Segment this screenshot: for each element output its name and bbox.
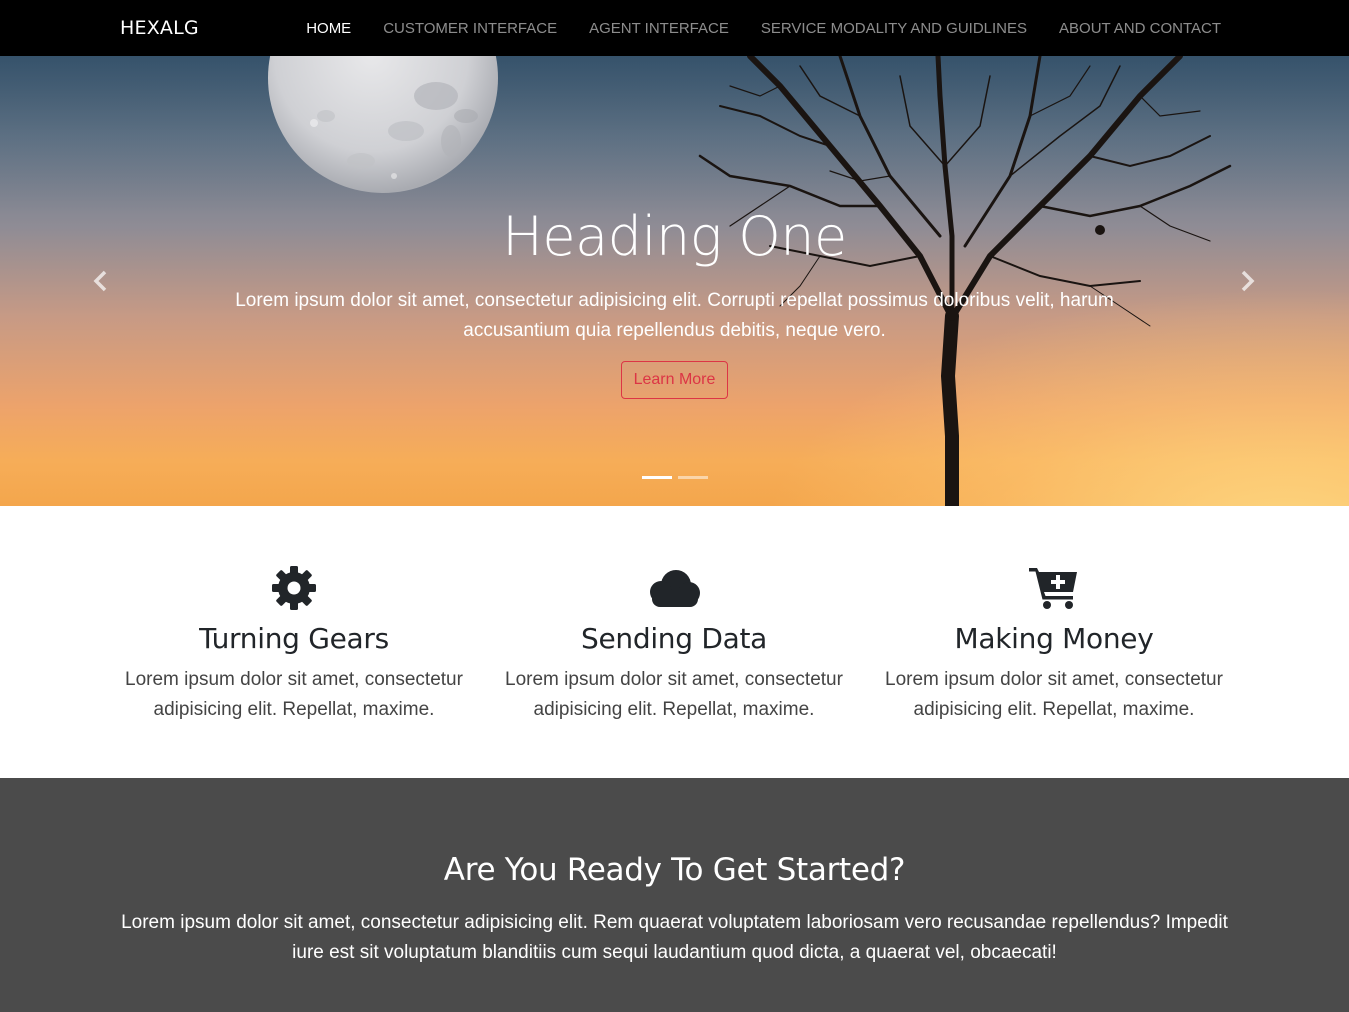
feature-sending-data: Sending Data Lorem ipsum dolor sit amet,… xyxy=(494,564,854,725)
nav-links: HOME CUSTOMER INTERFACE AGENT INTERFACE … xyxy=(274,0,1221,56)
cta-section: Are You Ready To Get Started? Lorem ipsu… xyxy=(0,778,1349,1012)
cta-text: Lorem ipsum dolor sit amet, consectetur … xyxy=(121,912,1228,963)
feature-turning-gears: Turning Gears Lorem ipsum dolor sit amet… xyxy=(114,564,474,725)
nav-link-home[interactable]: HOME xyxy=(306,20,351,37)
nav-link-customer-interface[interactable]: CUSTOMER INTERFACE xyxy=(383,20,557,37)
moon-image xyxy=(268,56,498,193)
cloud-icon xyxy=(650,570,700,607)
hero-text: Lorem ipsum dolor sit amet, consectetur … xyxy=(235,290,1114,341)
feature-text: Lorem ipsum dolor sit amet, consectetur … xyxy=(885,669,1223,720)
feature-text: Lorem ipsum dolor sit amet, consectetur … xyxy=(125,669,463,720)
feature-text: Lorem ipsum dolor sit amet, consectetur … xyxy=(505,669,843,720)
nav-link-service-modality[interactable]: SERVICE MODALITY AND GUIDLINES xyxy=(761,20,1027,37)
brand-logo[interactable]: HEXALG xyxy=(120,17,199,39)
feature-title: Sending Data xyxy=(581,622,767,655)
cart-plus-icon xyxy=(1029,568,1077,609)
gear-icon xyxy=(272,566,316,610)
learn-more-button[interactable]: Learn More xyxy=(620,361,729,399)
hero-caption: Heading One Lorem ipsum dolor sit amet, … xyxy=(0,206,1349,399)
nav-link-about-contact[interactable]: ABOUT AND CONTACT xyxy=(1059,20,1221,37)
feature-title: Turning Gears xyxy=(199,622,389,655)
top-navbar: HEXALG HOME CUSTOMER INTERFACE AGENT INT… xyxy=(0,0,1349,56)
features-section: Turning Gears Lorem ipsum dolor sit amet… xyxy=(0,506,1349,778)
feature-making-money: Making Money Lorem ipsum dolor sit amet,… xyxy=(874,564,1234,725)
carousel-indicators xyxy=(0,476,1349,482)
carousel-indicator-1[interactable] xyxy=(641,476,672,479)
cta-title: Are You Ready To Get Started? xyxy=(443,852,906,888)
carousel-indicator-2[interactable] xyxy=(677,476,708,479)
nav-link-agent-interface[interactable]: AGENT INTERFACE xyxy=(589,20,729,37)
feature-title: Making Money xyxy=(954,622,1154,655)
hero-carousel: Heading One Lorem ipsum dolor sit amet, … xyxy=(0,56,1349,506)
hero-heading: Heading One xyxy=(502,205,847,268)
